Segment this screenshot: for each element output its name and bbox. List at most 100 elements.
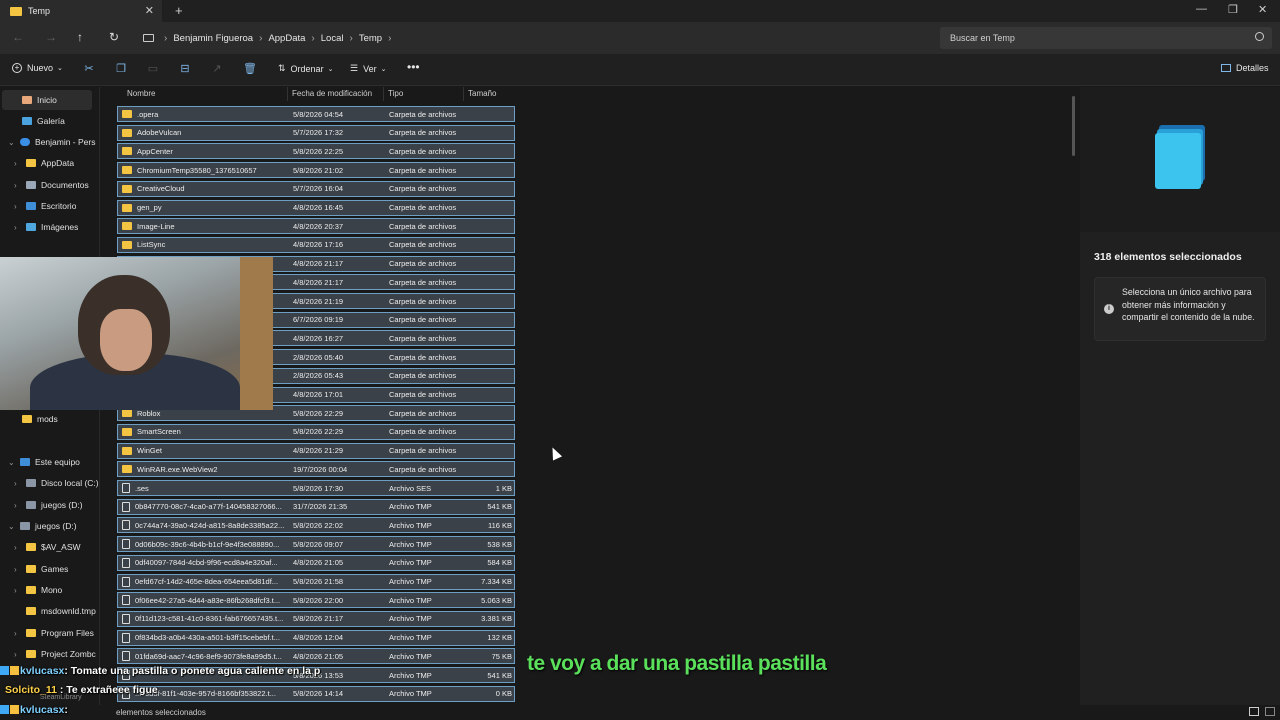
table-row[interactable]: 0f834bd3-a0b4-430a-a501-b3ff15cebebf.t..… [117, 629, 515, 646]
table-row[interactable]: 0f11d123-c581-41c0-8361-fab676657435.t..… [117, 610, 515, 627]
computer-icon [20, 458, 30, 466]
rename-icon[interactable]: ⊟ [179, 63, 191, 75]
table-row[interactable]: 0efd67cf-14d2-465e-8dea-654eea5d81df... 5… [117, 573, 515, 590]
sidebar-item-label: Disco local (C:) [41, 478, 99, 488]
breadcrumb-temp[interactable]: Temp [359, 33, 382, 44]
table-row[interactable]: AppCenter 5/8/2026 22:25 Carpeta de archiv… [117, 143, 515, 160]
table-row[interactable]: ...c3d3f-81f1-403e-957d-8166bf353822.t..… [117, 685, 515, 702]
delete-icon[interactable]: 🗑 [243, 63, 257, 75]
sidebar-item-disk-c[interactable]: › Disco local (C:) [14, 473, 100, 493]
tab-title: Temp [28, 6, 51, 16]
file-name: WinGet [137, 446, 163, 456]
restore-button[interactable]: ❐ [1228, 3, 1238, 16]
paste-icon[interactable]: ▭ [147, 63, 159, 75]
file-type: Carpeta de archivos [389, 371, 457, 381]
chevron-right-icon: › [14, 500, 17, 510]
table-row[interactable]: .opera 5/8/2026 04:54 Carpeta de archivos [117, 106, 515, 122]
sidebar-item-zomboid[interactable]: › Project Zombc [14, 644, 100, 664]
file-date: 2/8/2026 05:40 [293, 352, 344, 362]
table-row[interactable]: 0df40097-784d-4cbd-9f96-ecd8a4e320af... 4… [117, 554, 515, 571]
copy-icon[interactable]: ❐ [115, 63, 127, 75]
drive-icon [26, 501, 36, 509]
refresh-button[interactable]: ↻ [109, 30, 119, 44]
chevron-down-icon: ⌄ [57, 65, 63, 72]
chevron-right-icon: › [14, 201, 17, 211]
file-type: Carpeta de archivos [389, 333, 457, 343]
file-size: 75 KB [491, 651, 512, 661]
file-date: 5/8/2026 09:07 [293, 539, 344, 549]
chevron-right-icon: › [14, 158, 17, 168]
close-icon[interactable]: ✕ [145, 4, 154, 17]
table-row[interactable]: WinRAR.exe.WebView2 19/7/2026 00:04 Carpet… [117, 461, 515, 478]
table-row[interactable]: WinGet 4/8/2026 21:29 Carpeta de archivos [117, 442, 515, 459]
sort-button[interactable]: ⇅ Ordenar ⌄ [278, 63, 333, 74]
table-row[interactable]: 0d06b09c-39c6-4b4b-b1cf-9e4f3e088890... 5… [117, 536, 515, 553]
folder-icon [26, 607, 36, 615]
back-button[interactable]: ← [12, 30, 24, 44]
sidebar-item-gallery[interactable]: Galería [22, 111, 65, 131]
sidebar-item-mono[interactable]: › Mono [14, 580, 62, 600]
sidebar-item-appdata[interactable]: › AppData [14, 153, 74, 173]
table-row[interactable]: Image-Line 4/8/2026 20:37 Carpeta de archi… [117, 218, 515, 235]
sidebar-item-msdownld[interactable]: msdownld.tmp [26, 601, 100, 621]
chat-user: kvlucasx [20, 665, 65, 677]
tiles-view-icon[interactable] [1265, 707, 1275, 716]
breadcrumb-appdata[interactable]: AppData [268, 33, 305, 44]
sidebar-item-juegos[interactable]: › juegos (D:) [14, 495, 83, 515]
share-icon[interactable]: ↗ [211, 63, 223, 75]
table-row[interactable]: gen_py 4/8/2026 16:45 Carpeta de archivos [117, 199, 515, 216]
cut-icon[interactable]: ✂ [83, 63, 95, 75]
column-type[interactable]: Tipo [384, 87, 464, 101]
more-options-icon[interactable]: ••• [407, 60, 420, 74]
breadcrumb-local[interactable]: Local [321, 33, 344, 44]
file-date: 5/7/2026 17:32 [293, 128, 344, 138]
breadcrumb-user[interactable]: Benjamin Figueroa [173, 33, 253, 44]
sidebar-item-mods[interactable]: mods [22, 409, 58, 429]
sidebar-item-program-files[interactable]: › Program Files [14, 623, 94, 643]
sidebar-item-home[interactable]: Inicio [2, 90, 92, 110]
search-input[interactable]: Buscar en Temp [940, 27, 1272, 49]
view-button[interactable]: ☰ Ver ⌄ [350, 63, 386, 74]
sidebar-item-documents[interactable]: › Documentos [14, 175, 89, 195]
sidebar-item-games[interactable]: › Games [14, 559, 68, 579]
cloud-icon [20, 138, 30, 146]
table-row[interactable]: AdobeVulcan 5/7/2026 17:32 Carpeta de arch… [117, 124, 515, 141]
folder-icon [26, 586, 36, 594]
sidebar-item-av[interactable]: › $AV_ASW [14, 537, 81, 557]
tab-temp[interactable]: Temp ✕ [0, 0, 162, 22]
file-name: 0df40097-784d-4cbd-9f96-ecd8a4e320af... [135, 558, 278, 568]
details-view-icon[interactable] [1249, 707, 1259, 716]
sidebar-item-desktop[interactable]: › Escritorio [14, 196, 76, 216]
file-date: 31/7/2026 21:35 [293, 502, 348, 512]
sidebar-item-juegos-expanded[interactable]: ⌄ juegos (D:) [8, 516, 77, 536]
file-date: 5/7/2026 16:04 [293, 184, 344, 194]
column-date[interactable]: Fecha de modificación [288, 87, 384, 101]
scrollbar[interactable] [1072, 96, 1075, 156]
column-size[interactable]: Tamaño [464, 87, 516, 101]
address-bar[interactable]: › Benjamin Figueroa › AppData › Local › … [133, 26, 933, 50]
file-date: 4/8/2026 21:17 [293, 259, 344, 269]
sidebar-item-label: Este equipo [35, 457, 80, 467]
chevron-right-icon: › [14, 542, 17, 552]
table-row[interactable]: .ses 5/8/2026 17:30 Archivo SES 1 KB [117, 480, 515, 496]
column-name[interactable]: Nombre [123, 87, 288, 101]
table-row[interactable]: CreativeCloud 5/7/2026 16:04 Carpeta de ar… [117, 180, 515, 197]
table-row[interactable]: ListSync 4/8/2026 17:16 Carpeta de archivo… [117, 236, 515, 253]
details-button[interactable]: Detalles [1221, 63, 1269, 73]
table-row[interactable]: SmartScreen 5/8/2026 22:29 Carpeta de arch… [117, 423, 515, 440]
table-row[interactable]: ChromiumTemp35580_1376510657 5/8/2026 21:… [117, 162, 515, 179]
status-text: elementos seleccionados [116, 708, 206, 717]
new-tab-button[interactable]: + [175, 3, 183, 18]
table-row[interactable]: 0b847770-08c7-4ca0-a77f-140458327066... 3… [117, 498, 515, 515]
minimize-button[interactable]: — [1196, 3, 1207, 15]
table-row[interactable]: 0f06ee42-27a5-4d44-a83e-86fb268dfcf3.t..… [117, 592, 515, 609]
table-row[interactable]: 01fda69d-aac7-4c96-8ef9-9073fe8a99d5.t..… [117, 648, 515, 665]
table-row[interactable]: 0c744a74-39a0-424d-a815-8a8de3385a22... 5… [117, 517, 515, 534]
up-button[interactable]: ↑ [77, 30, 83, 44]
sidebar-item-onedrive[interactable]: ⌄ Benjamin - Pers [8, 132, 100, 152]
forward-button[interactable]: → [45, 30, 57, 44]
sidebar-item-images[interactable]: › Imágenes [14, 217, 78, 237]
close-window-button[interactable]: ✕ [1258, 3, 1267, 16]
sidebar-item-thispc[interactable]: ⌄ Este equipo [8, 452, 80, 472]
new-button[interactable]: + Nuevo ⌄ [12, 63, 63, 73]
